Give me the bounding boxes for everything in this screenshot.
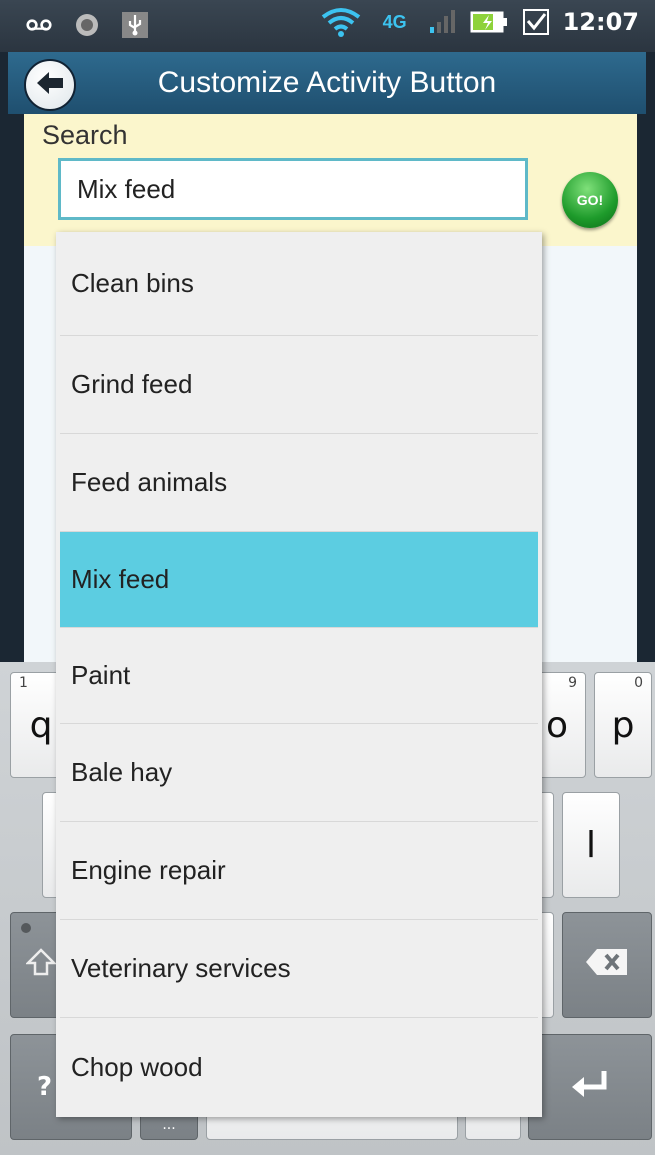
usb-icon xyxy=(122,12,148,38)
key-q-label: q xyxy=(29,704,53,746)
battery-charging-icon xyxy=(469,9,509,35)
list-item[interactable]: Feed animals xyxy=(60,434,538,532)
symbols-key-label: ? xyxy=(37,1072,53,1102)
list-item[interactable]: Paint xyxy=(60,628,538,724)
list-item[interactable]: Bale hay xyxy=(60,724,538,822)
wifi-icon xyxy=(321,8,361,37)
list-item-label: Feed animals xyxy=(71,467,228,497)
backspace-icon xyxy=(585,945,629,986)
voicemail-icon xyxy=(26,12,52,38)
shift-indicator xyxy=(21,923,31,933)
list-item[interactable]: Engine repair xyxy=(60,822,538,920)
shift-icon xyxy=(24,945,58,986)
key-q-hint: 1 xyxy=(19,675,28,691)
page-title: Customize Activity Button xyxy=(157,66,497,99)
list-item[interactable]: Clean bins xyxy=(60,232,538,336)
key-p-hint: 0 xyxy=(634,675,643,691)
network-4g-icon: 4G xyxy=(382,11,407,32)
checkbox-icon xyxy=(522,9,549,35)
list-item-selected[interactable]: Mix feed xyxy=(60,532,538,628)
signal-icon xyxy=(429,9,455,35)
key-o-hint: 9 xyxy=(568,675,577,691)
list-item[interactable]: Chop wood xyxy=(60,1018,538,1117)
list-item-label: Grind feed xyxy=(71,369,193,399)
list-item-label: Bale hay xyxy=(71,757,173,787)
key-p[interactable]: 0 p xyxy=(594,672,652,778)
search-label: Search xyxy=(42,120,128,150)
list-item-label: Chop wood xyxy=(71,1052,203,1082)
list-item-label: Veterinary services xyxy=(71,953,291,983)
autocomplete-dropdown: Clean bins Grind feed Feed animals Mix f… xyxy=(56,232,542,1117)
key-l-label: l xyxy=(585,824,596,866)
list-item-label: Paint xyxy=(71,660,131,690)
enter-icon xyxy=(570,1067,610,1108)
list-item-label: Clean bins xyxy=(71,268,194,298)
search-panel: Search GO! xyxy=(24,114,637,246)
key-l[interactable]: l xyxy=(562,792,620,898)
search-input[interactable] xyxy=(58,158,528,220)
list-item[interactable]: Grind feed xyxy=(60,336,538,434)
dots-key-label: ... xyxy=(162,1117,176,1133)
key-o-label: o xyxy=(545,704,569,746)
list-item-label: Mix feed xyxy=(71,564,170,594)
list-item-label: Engine repair xyxy=(71,855,226,885)
status-bar: 4G 12:07 xyxy=(0,0,655,52)
clock: 12:07 xyxy=(562,8,639,36)
title-bar: Customize Activity Button xyxy=(8,52,646,114)
enter-key[interactable] xyxy=(528,1034,652,1140)
record-icon xyxy=(74,12,100,38)
key-p-label: p xyxy=(611,704,635,746)
list-item[interactable]: Veterinary services xyxy=(60,920,538,1018)
backspace-key[interactable] xyxy=(562,912,652,1018)
go-button[interactable]: GO! xyxy=(562,172,618,228)
